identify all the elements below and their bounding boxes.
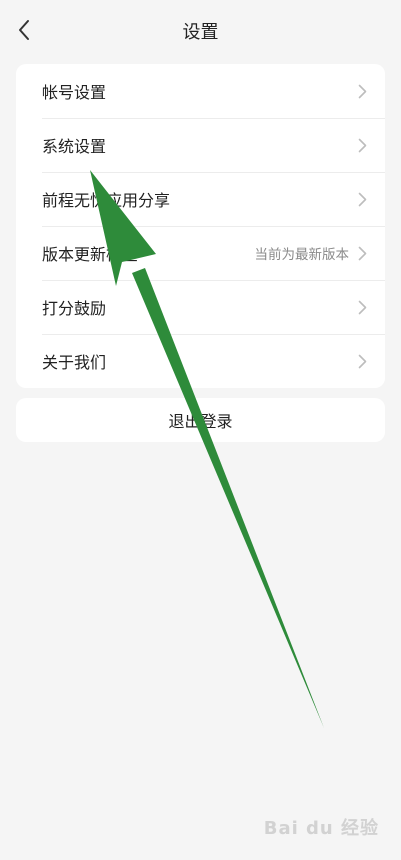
- menu-item-label: 系统设置: [42, 137, 107, 156]
- menu-item-label: 前程无忧应用分享: [42, 191, 171, 210]
- chevron-right-icon: [357, 137, 367, 153]
- menu-item-label: 打分鼓励: [42, 299, 107, 318]
- page-title: 设置: [182, 22, 219, 43]
- chevron-right-icon: [357, 191, 367, 207]
- menu-item-label: 版本更新检查: [42, 245, 139, 264]
- logout-label: 退出登录: [168, 412, 233, 431]
- menu-item-system-settings[interactable]: 系统设置: [16, 118, 385, 172]
- header-bar: 设置: [0, 0, 401, 62]
- settings-menu-card: 帐号设置 系统设置 前程无忧应用分享 版本更新检查 当前为最新版本 打分鼓励 关…: [16, 64, 385, 388]
- chevron-right-icon: [357, 353, 367, 369]
- watermark-logo: Bai du 经验: [263, 818, 379, 839]
- menu-item-rate-app[interactable]: 打分鼓励: [16, 280, 385, 334]
- chevron-right-icon: [357, 299, 367, 315]
- menu-item-label: 关于我们: [42, 353, 107, 372]
- logout-button[interactable]: 退出登录: [16, 398, 385, 442]
- chevron-right-icon: [357, 83, 367, 99]
- menu-item-share-app[interactable]: 前程无忧应用分享: [16, 172, 385, 226]
- menu-item-about-us[interactable]: 关于我们: [16, 334, 385, 388]
- version-status-text: 当前为最新版本: [254, 247, 350, 263]
- chevron-right-icon: [357, 245, 367, 261]
- menu-item-label: 帐号设置: [42, 83, 107, 102]
- menu-item-account-settings[interactable]: 帐号设置: [16, 64, 385, 118]
- menu-item-version-check[interactable]: 版本更新检查 当前为最新版本: [16, 226, 385, 280]
